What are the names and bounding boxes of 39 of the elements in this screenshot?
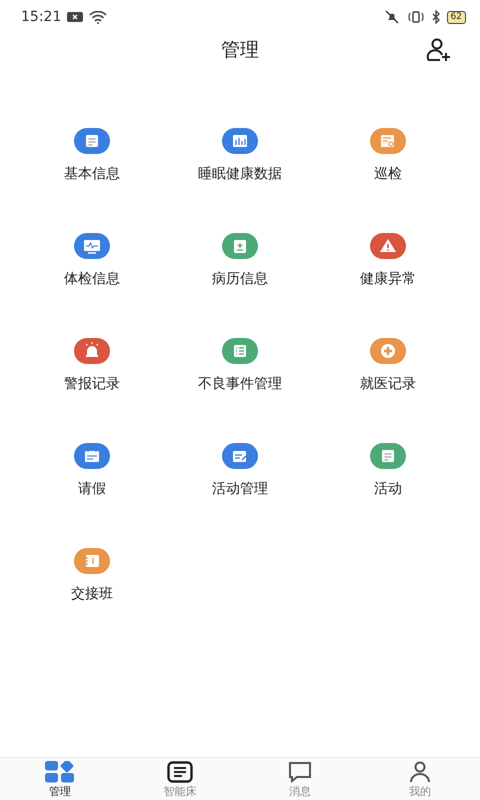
menu-item[interactable]: 体检信息 xyxy=(18,233,166,288)
menu-label: 巡检 xyxy=(374,166,402,183)
menu-item[interactable]: 病历信息 xyxy=(166,233,314,288)
status-time: 15:21 xyxy=(21,9,62,25)
menu-label: 基本信息 xyxy=(64,166,120,183)
menu-label: 睡眠健康数据 xyxy=(198,166,282,183)
menu-item[interactable]: 请假 xyxy=(18,443,166,498)
menu-label: 活动 xyxy=(374,481,402,498)
menu-label: 就医记录 xyxy=(360,376,416,393)
wifi-icon xyxy=(89,10,108,24)
message-icon xyxy=(287,760,313,782)
menu-label: 活动管理 xyxy=(212,481,268,498)
menu-item[interactable]: 基本信息 xyxy=(18,128,166,183)
menu-item[interactable]: 活动管理 xyxy=(166,443,314,498)
tab-button[interactable]: 管理 xyxy=(0,758,120,800)
menu-item[interactable]: 健康异常 xyxy=(314,233,462,288)
mute-icon xyxy=(382,10,401,24)
menu-label: 健康异常 xyxy=(360,271,416,288)
menu-item[interactable]: 不良事件管理 xyxy=(166,338,314,393)
menu-label: 请假 xyxy=(78,481,106,498)
menu-item[interactable]: 警报记录 xyxy=(18,338,166,393)
menu-label: 不良事件管理 xyxy=(198,376,282,393)
menu-item[interactable]: 睡眠健康数据 xyxy=(166,128,314,183)
battery-level: 62 xyxy=(446,10,466,24)
menu-label: 警报记录 xyxy=(64,376,120,393)
vibrate-icon xyxy=(406,10,425,24)
menu-label: 病历信息 xyxy=(212,271,268,288)
list-icon xyxy=(167,760,193,782)
menu-item[interactable]: 巡检 xyxy=(314,128,462,183)
menu-item[interactable]: 就医记录 xyxy=(314,338,462,393)
menu-label: 体检信息 xyxy=(64,271,120,288)
grid-icon xyxy=(45,760,75,782)
menu-item[interactable]: 交接班 xyxy=(18,548,166,603)
page-title: 管理 xyxy=(221,38,259,63)
bluetooth-icon xyxy=(430,10,441,24)
person-icon xyxy=(407,760,433,782)
notification-icon xyxy=(67,12,84,22)
menu-label: 交接班 xyxy=(71,586,113,603)
menu-item[interactable]: 活动 xyxy=(314,443,462,498)
